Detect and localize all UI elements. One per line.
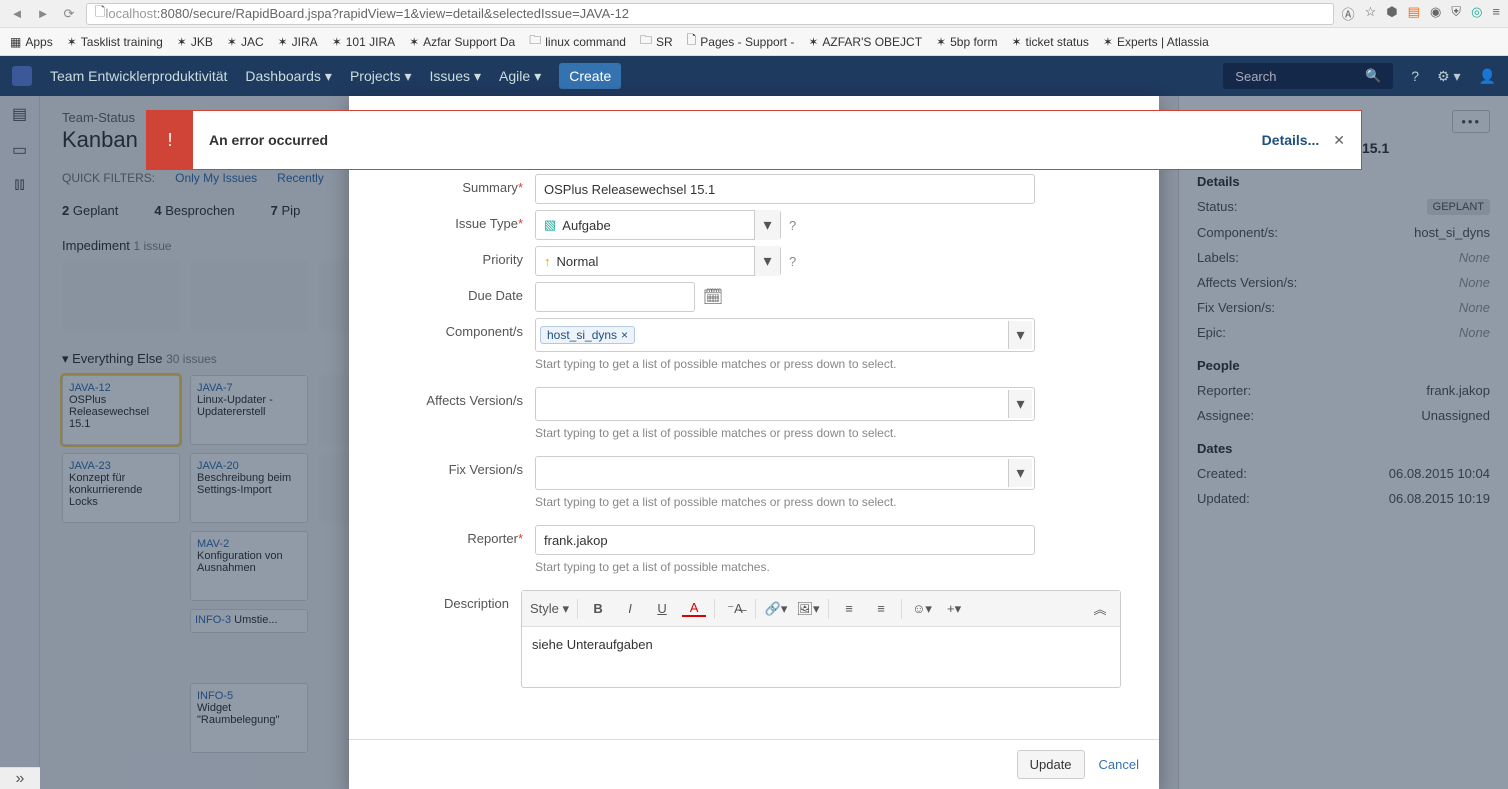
- italic-button[interactable]: I: [618, 601, 642, 616]
- bookmark[interactable]: ✶ 5bp form: [936, 35, 997, 49]
- collapse-toolbar-icon[interactable]: ︽: [1088, 599, 1112, 618]
- reporter-field[interactable]: [535, 525, 1035, 555]
- bullet-list-button[interactable]: ≡: [837, 601, 861, 616]
- bold-button[interactable]: B: [586, 601, 610, 616]
- bookmark[interactable]: ▦ Apps: [10, 35, 53, 49]
- search-icon: 🔍: [1365, 68, 1381, 84]
- nav-projects[interactable]: Projects ▾: [350, 68, 412, 85]
- emoji-button[interactable]: ☺▾: [910, 601, 934, 617]
- chevron-down-icon: ▾: [474, 68, 481, 85]
- chevron-down-icon: ▾: [1008, 321, 1032, 349]
- bookmark[interactable]: ✶ Tasklist training: [67, 35, 163, 49]
- space-name[interactable]: Team Entwicklerproduktivität: [50, 68, 227, 84]
- bookmark[interactable]: ✶ Experts | Atlassia: [1103, 35, 1209, 49]
- components-field[interactable]: host_si_dyns × ▾: [535, 318, 1035, 352]
- description-editor[interactable]: Style ▾ B I U A ⁻A̶ 🔗▾ 🖼▾ ≡ ≡: [521, 590, 1121, 688]
- bookmark[interactable]: ✶ ticket status: [1011, 35, 1088, 49]
- bookmark[interactable]: ✶ JKB: [177, 35, 213, 49]
- help-icon[interactable]: ?: [789, 218, 796, 233]
- fix-versions-field[interactable]: ▾: [535, 456, 1035, 490]
- nav-agile[interactable]: Agile ▾: [499, 68, 541, 85]
- description-textarea[interactable]: siehe Unteraufgaben: [522, 627, 1120, 687]
- chevron-down-icon: ▾: [1008, 459, 1032, 487]
- bookmark[interactable]: ✶ JIRA: [278, 35, 318, 49]
- shield-icon[interactable]: ⛨: [1451, 4, 1461, 23]
- cancel-button[interactable]: Cancel: [1099, 757, 1139, 772]
- edit-issue-dialog: Summary* Issue Type* ▧Aufgabe ▾ ? Priori…: [349, 96, 1159, 789]
- bookmarks-bar: ▦ Apps ✶ Tasklist training ✶ JKB ✶ JAC ✶…: [0, 28, 1508, 56]
- close-icon[interactable]: ✕: [1333, 132, 1361, 149]
- link-button[interactable]: 🔗▾: [764, 601, 788, 617]
- priority-select[interactable]: ↑Normal ▾: [535, 246, 781, 276]
- expand-sidebar-icon[interactable]: »: [0, 767, 40, 789]
- help-icon[interactable]: ?: [789, 254, 796, 269]
- summary-field[interactable]: [535, 174, 1035, 204]
- chevron-down-icon: ▾: [534, 68, 541, 85]
- bookmark-folder[interactable]: 🗀 linux command: [529, 31, 626, 52]
- nav-issues[interactable]: Issues ▾: [430, 68, 482, 85]
- image-button[interactable]: 🖼▾: [796, 601, 820, 617]
- help-icon[interactable]: ?: [1411, 68, 1419, 84]
- issuetype-icon: ▧: [544, 217, 556, 233]
- style-dropdown[interactable]: Style ▾: [530, 601, 569, 617]
- clear-format-button[interactable]: ⁻A̶: [723, 601, 747, 617]
- ext-icon[interactable]: ⬢: [1386, 4, 1397, 23]
- bookmark-folder[interactable]: 🗀 SR: [640, 31, 673, 52]
- globe-icon[interactable]: ◎: [1471, 4, 1482, 23]
- calendar-icon[interactable]: 🗓: [701, 285, 725, 309]
- chevron-down-icon: ▾: [325, 68, 332, 85]
- search-input[interactable]: Search🔍: [1223, 63, 1393, 89]
- text-color-button[interactable]: A: [682, 600, 706, 617]
- forward-icon[interactable]: ►: [34, 5, 52, 23]
- browser-toolbar: ◄ ► ⟳ 🗋 localhost:8080/secure/RapidBoard…: [0, 0, 1508, 28]
- error-message: An error occurred: [193, 132, 1262, 148]
- error-icon: !: [147, 110, 193, 170]
- app-header: Team Entwicklerproduktivität Dashboards …: [0, 56, 1508, 96]
- owl-icon[interactable]: ◉: [1430, 4, 1441, 23]
- chevron-down-icon: ▾: [754, 246, 780, 276]
- nav-dashboards[interactable]: Dashboards ▾: [245, 68, 332, 85]
- dialog-footer: Update Cancel: [349, 739, 1159, 789]
- error-details-link[interactable]: Details...: [1262, 132, 1334, 148]
- insert-button[interactable]: +▾: [942, 601, 966, 617]
- gear-icon[interactable]: ⚙ ▾: [1437, 68, 1460, 85]
- create-button[interactable]: Create: [559, 63, 621, 89]
- chevron-down-icon: ▾: [405, 68, 412, 85]
- avatar[interactable]: 👤: [1479, 68, 1496, 85]
- back-icon[interactable]: ◄: [8, 5, 26, 23]
- remove-icon[interactable]: ×: [621, 328, 628, 342]
- priority-icon: ↑: [544, 254, 551, 269]
- chevron-down-icon: ▾: [1008, 390, 1032, 418]
- menu-icon[interactable]: ≡: [1492, 4, 1500, 23]
- extension-icons: Ⓐ ☆ ⬢ ▤ ◉ ⛨ ◎ ≡: [1342, 4, 1500, 23]
- jira-logo-icon[interactable]: [12, 66, 32, 86]
- rss-icon[interactable]: ▤: [1408, 4, 1420, 23]
- bookmark[interactable]: ✶ 101 JIRA: [332, 35, 395, 49]
- chevron-down-icon: ▾: [754, 210, 780, 240]
- reload-icon[interactable]: ⟳: [60, 5, 78, 23]
- translate-icon[interactable]: Ⓐ: [1342, 4, 1355, 23]
- number-list-button[interactable]: ≡: [869, 601, 893, 616]
- rte-toolbar: Style ▾ B I U A ⁻A̶ 🔗▾ 🖼▾ ≡ ≡: [522, 591, 1120, 627]
- error-banner: ! An error occurred Details... ✕: [146, 110, 1362, 170]
- url-bar[interactable]: 🗋 localhost:8080/secure/RapidBoard.jspa?…: [86, 3, 1334, 25]
- affects-versions-field[interactable]: ▾: [535, 387, 1035, 421]
- bookmark[interactable]: 🗋 Pages - Support -: [687, 31, 795, 52]
- update-button[interactable]: Update: [1017, 750, 1085, 779]
- issue-type-select[interactable]: ▧Aufgabe ▾: [535, 210, 781, 240]
- bookmark[interactable]: ✶ AZFAR'S OBEJCT: [808, 35, 922, 49]
- underline-button[interactable]: U: [650, 601, 674, 616]
- bookmark[interactable]: ✶ Azfar Support Da: [409, 35, 515, 49]
- component-chip[interactable]: host_si_dyns ×: [540, 326, 635, 344]
- bookmark[interactable]: ✶ JAC: [227, 35, 264, 49]
- star-icon[interactable]: ☆: [1365, 4, 1377, 23]
- due-date-field[interactable]: [535, 282, 695, 312]
